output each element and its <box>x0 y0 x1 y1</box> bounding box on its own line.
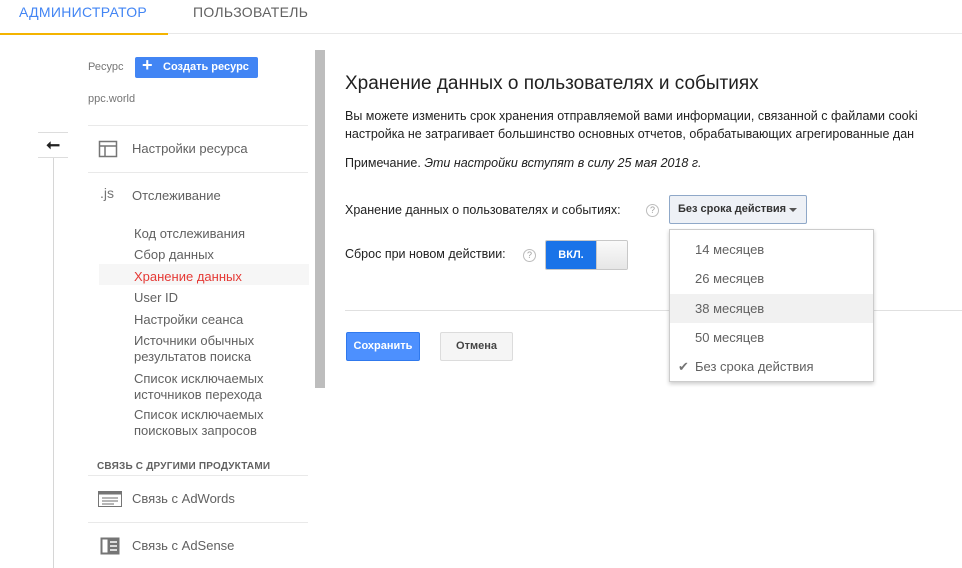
sidebar-scrollbar[interactable] <box>315 50 325 388</box>
help-icon[interactable]: ? <box>523 249 536 262</box>
tab-admin[interactable]: АДМИНИСТРАТОР <box>0 0 168 35</box>
dropdown-option-label: Без срока действия <box>695 359 814 374</box>
sidebar-item-property-settings[interactable]: Настройки ресурса <box>88 125 308 171</box>
adwords-icon <box>98 491 122 509</box>
dropdown-option-38-months[interactable]: 38 месяцев <box>670 294 873 323</box>
sub-item-data-retention[interactable]: Хранение данных <box>134 269 242 285</box>
sub-item-search-term-exclusion-list[interactable]: Список исключаемых поисковых запросов <box>134 407 304 439</box>
sidebar-item-adsense-linking[interactable]: Связь с AdSense <box>88 522 308 568</box>
adsense-icon <box>100 537 120 555</box>
dropdown-option-26-months[interactable]: 26 месяцев <box>670 264 873 293</box>
property-settings-icon <box>98 140 118 158</box>
nav-tree-line <box>53 132 54 568</box>
plus-icon: + <box>142 55 153 75</box>
cancel-button[interactable]: Отмена <box>440 332 513 361</box>
resource-name[interactable]: ppc.world <box>88 93 135 105</box>
sub-item-organic-search-sources[interactable]: Источники обычных результатов поиска <box>134 333 304 365</box>
sub-item-referral-exclusion-list[interactable]: Список исключаемых источников перехода <box>134 371 304 403</box>
sidebar-item-label: Настройки ресурса <box>132 141 248 156</box>
sub-item-user-id[interactable]: User ID <box>134 290 178 306</box>
dropdown-option-no-expiration[interactable]: ✔ Без срока действия <box>670 352 873 381</box>
retention-dropdown-value: Без срока действия <box>678 203 787 215</box>
checkmark-icon: ✔ <box>678 359 689 374</box>
sub-item-session-settings[interactable]: Настройки сеанса <box>134 312 243 328</box>
help-icon[interactable]: ? <box>646 204 659 217</box>
sub-item-tracking-code[interactable]: Код отслеживания <box>134 226 245 242</box>
retention-dropdown-menu: 14 месяцев 26 месяцев 38 месяцев 50 меся… <box>669 229 874 382</box>
product-linking-heading: СВЯЗЬ С ДРУГИМИ ПРОДУКТАМИ <box>97 461 271 472</box>
page-title: Хранение данных о пользователях и событи… <box>345 73 759 94</box>
sidebar-item-tracking[interactable]: .js Отслеживание <box>88 172 308 218</box>
js-icon: .js <box>100 185 114 201</box>
sidebar-item-label: Связь с AdSense <box>132 538 235 553</box>
back-arrow-icon: ⭠ <box>46 135 60 154</box>
resource-label: Ресурс <box>88 61 124 73</box>
reset-on-activity-toggle[interactable]: ВКЛ. <box>545 240 628 270</box>
note-text: Эти настройки вступят в силу 25 мая 2018… <box>424 156 702 170</box>
reset-on-activity-label: Сброс при новом действии: <box>345 247 506 261</box>
save-button[interactable]: Сохранить <box>346 332 420 361</box>
note-label: Примечание. <box>345 156 421 170</box>
effective-date-note: Примечание. Эти настройки вступят в силу… <box>345 156 702 170</box>
page-description: Вы можете изменить срок хранения отправл… <box>345 107 962 143</box>
sidebar-item-label: Связь с AdWords <box>132 491 235 506</box>
description-line-2: настройка не затрагивает большинство осн… <box>345 127 915 141</box>
tab-user[interactable]: ПОЛЬЗОВАТЕЛЬ <box>193 0 308 34</box>
create-resource-label: Создать ресурс <box>163 61 249 73</box>
top-tab-bar: АДМИНИСТРАТОР ПОЛЬЗОВАТЕЛЬ <box>0 0 962 35</box>
toggle-knob <box>596 241 627 269</box>
dropdown-option-14-months[interactable]: 14 месяцев <box>670 235 873 264</box>
toggle-on-label: ВКЛ. <box>546 241 596 269</box>
description-line-1: Вы можете изменить срок хранения отправл… <box>345 109 918 123</box>
sub-item-data-collection[interactable]: Сбор данных <box>134 247 214 263</box>
sidebar-item-label: Отслеживание <box>132 188 221 203</box>
retention-label: Хранение данных о пользователях и событи… <box>345 203 621 217</box>
retention-dropdown[interactable]: Без срока действия <box>669 195 807 224</box>
sidebar-item-adwords-linking[interactable]: Связь с AdWords <box>88 475 308 521</box>
back-arrow-button[interactable]: ⭠ <box>38 132 68 158</box>
create-resource-button[interactable]: + Создать ресурс <box>135 55 258 78</box>
dropdown-option-50-months[interactable]: 50 месяцев <box>670 323 873 352</box>
caret-down-icon <box>789 208 797 212</box>
